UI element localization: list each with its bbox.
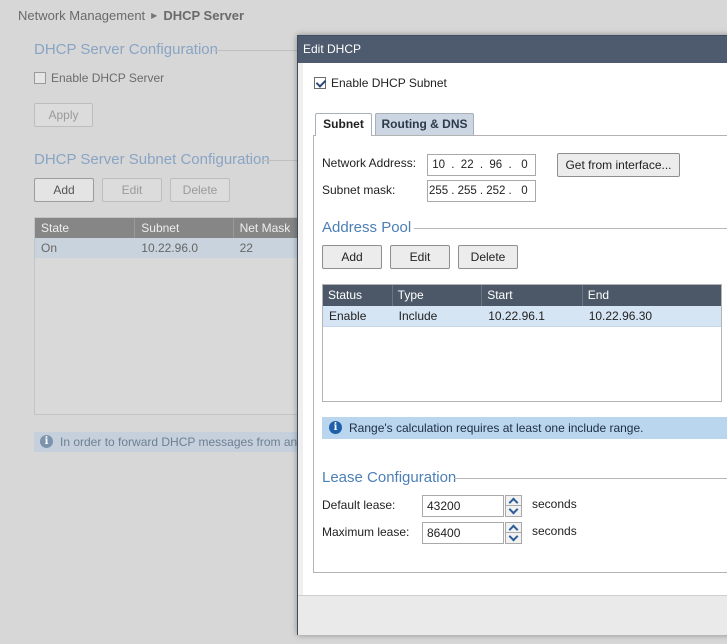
network-address-input[interactable]: 10. 22. 96. 0	[427, 154, 536, 176]
mask-octet[interactable]: 255	[457, 185, 478, 197]
ip-octet[interactable]: 10	[428, 159, 449, 171]
bg-add-button[interactable]: Add	[34, 178, 94, 202]
chevron-down-icon[interactable]	[505, 533, 522, 544]
col-start[interactable]: Start	[482, 285, 583, 306]
apply-button[interactable]: Apply	[34, 103, 93, 127]
info-icon: i	[329, 421, 342, 434]
tab-subnet[interactable]: Subnet	[315, 113, 372, 136]
bg-edit-button[interactable]: Edit	[102, 178, 162, 202]
max-lease-input[interactable]: 86400	[422, 522, 504, 544]
enable-dhcp-subnet-checkbox[interactable]	[314, 77, 326, 89]
subnet-table: State Subnet Net Mask On 10.22.96.0 22	[34, 217, 314, 415]
subnet-mask-label: Subnet mask:	[322, 183, 396, 197]
subnet-table-header: State Subnet Net Mask	[35, 218, 313, 238]
mask-octet[interactable]: 252	[485, 185, 506, 197]
col-end[interactable]: End	[583, 285, 721, 306]
pool-table-header: Status Type Start End	[323, 285, 721, 306]
col-subnet[interactable]: Subnet	[135, 218, 234, 238]
breadcrumb-current: DHCP Server	[163, 8, 245, 23]
enable-dhcp-subnet-label: Enable DHCP Subnet	[331, 76, 447, 90]
enable-dhcp-server-checkbox[interactable]	[34, 72, 46, 84]
mask-octet[interactable]: 255	[428, 185, 449, 197]
bg-delete-button[interactable]: Delete	[170, 178, 230, 202]
get-from-interface-button[interactable]: Get from interface...	[557, 153, 680, 177]
section-divider	[454, 478, 727, 479]
ip-octet[interactable]: 96	[485, 159, 506, 171]
pool-delete-button[interactable]: Delete	[458, 245, 518, 269]
max-lease-spinner[interactable]	[505, 522, 522, 544]
info-icon: i	[40, 435, 53, 448]
max-lease-label: Maximum lease:	[322, 525, 410, 539]
range-info-text: Range's calculation requires at least on…	[349, 421, 644, 435]
network-address-label: Network Address:	[322, 156, 417, 170]
triangle-right-icon: ▶	[151, 11, 158, 20]
table-row[interactable]: On 10.22.96.0 22	[35, 238, 313, 258]
section-divider	[262, 160, 297, 161]
subnet-mask-input[interactable]: 255. 255. 252. 0	[427, 180, 536, 202]
col-state[interactable]: State	[35, 218, 136, 238]
max-lease-unit: seconds	[532, 524, 577, 538]
address-pool-table: Status Type Start End Enable Include 10.…	[322, 284, 722, 402]
default-lease-label: Default lease:	[322, 498, 396, 512]
dialog-title[interactable]: Edit DHCP	[298, 36, 727, 63]
chevron-down-icon[interactable]	[505, 506, 522, 517]
section-divider	[213, 50, 297, 51]
col-type[interactable]: Type	[393, 285, 483, 306]
breadcrumb-parent[interactable]: Network Management	[18, 8, 145, 23]
enable-dhcp-subnet-row[interactable]: Enable DHCP Subnet	[314, 76, 447, 90]
enable-dhcp-server-row[interactable]: Enable DHCP Server	[34, 71, 164, 85]
cell-type: Include	[398, 309, 438, 323]
cell-status: Enable	[329, 309, 367, 323]
dhcp-config-title: DHCP Server Configuration	[34, 41, 218, 58]
bg-info-bar: i In order to forward DHCP messages from…	[34, 432, 314, 452]
default-lease-spinner[interactable]	[505, 495, 522, 517]
ip-octet[interactable]: 0	[514, 159, 535, 171]
range-info-bar: i Range's calculation requires at least …	[322, 417, 727, 439]
cell-start: 10.22.96.1	[488, 309, 545, 323]
enable-dhcp-server-label: Enable DHCP Server	[51, 71, 165, 85]
cell-state: On	[41, 241, 58, 255]
lease-config-title: Lease Configuration	[322, 469, 457, 486]
cell-subnet: 10.22.96.0	[141, 241, 198, 255]
tab-routing-dns[interactable]: Routing & DNS	[375, 113, 474, 135]
ip-octet[interactable]: 22	[457, 159, 478, 171]
section-divider	[414, 228, 727, 229]
dialog-footer	[298, 595, 727, 635]
default-lease-input[interactable]: 43200	[422, 495, 504, 517]
col-status[interactable]: Status	[323, 285, 393, 306]
bg-info-text: In order to forward DHCP messages from a…	[60, 435, 314, 449]
subnet-config-title: DHCP Server Subnet Configuration	[34, 151, 270, 168]
breadcrumb: Network Management ▶ DHCP Server	[18, 8, 244, 23]
pool-edit-button[interactable]: Edit	[390, 245, 450, 269]
default-lease-unit: seconds	[532, 497, 577, 511]
pool-add-button[interactable]: Add	[322, 245, 382, 269]
address-pool-title: Address Pool	[322, 219, 412, 236]
mask-octet[interactable]: 0	[514, 185, 535, 197]
table-row[interactable]: Enable Include 10.22.96.1 10.22.96.30	[323, 306, 721, 327]
cell-end: 10.22.96.30	[588, 309, 653, 323]
